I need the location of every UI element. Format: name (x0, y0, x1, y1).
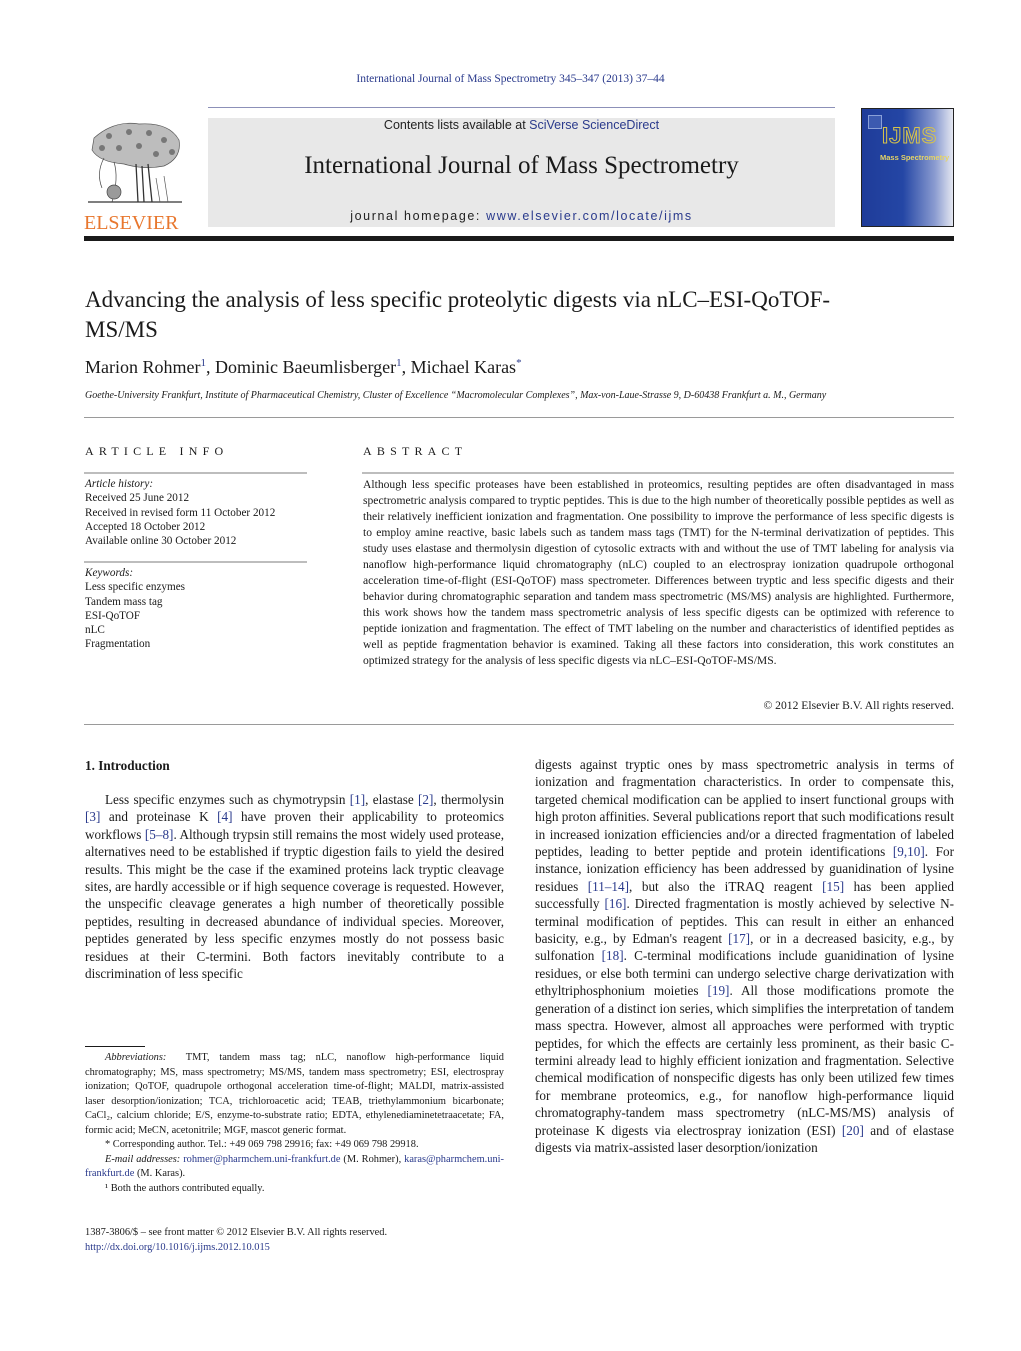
journal-cover-image[interactable]: IJMS Mass Spectrometry (861, 108, 954, 227)
homepage-line: journal homepage: www.elsevier.com/locat… (208, 209, 835, 223)
divider (84, 417, 954, 418)
contents-line: Contents lists available at SciVerse Sci… (208, 118, 835, 132)
citation-link[interactable]: [20] (842, 1123, 864, 1138)
history-label: Article history: (85, 478, 154, 490)
sciencedirect-link[interactable]: SciVerse ScienceDirect (529, 118, 659, 132)
divider (84, 561, 307, 563)
email-owner: (M. Karas). (134, 1168, 186, 1179)
author-name: Dominic Baeumlisberger (214, 357, 397, 377)
footnotes: Abbreviations: TMT, tandem mass tag; nLC… (85, 1051, 504, 1196)
cover-subtitle: Mass Spectrometry (880, 153, 950, 162)
body-text: . Although trypsin still remains the mos… (85, 826, 504, 982)
citation-link[interactable]: [2] (418, 792, 433, 807)
body-text: , elastase (365, 792, 419, 807)
keyword: Tandem mass tag (85, 595, 163, 608)
author-name: Michael Karas (410, 357, 517, 377)
front-matter: 1387-3806/$ – see front matter © 2012 El… (85, 1225, 387, 1255)
email-footnote: E-mail addresses: rohmer@pharmchem.uni-f… (85, 1153, 504, 1182)
body-text: . All those modifications promote the ge… (535, 983, 954, 1138)
corresponding-author-mark[interactable]: * (516, 357, 522, 369)
elsevier-logo: ELSEVIER (84, 118, 186, 233)
keywords: Keywords: Less specific enzymes Tandem m… (85, 566, 185, 652)
keyword: ESI-QoTOF (85, 609, 141, 622)
journal-reference-link[interactable]: International Journal of Mass Spectromet… (356, 73, 664, 85)
author-list: Marion Rohmer1, Dominic Baeumlisberger1,… (85, 357, 522, 378)
citation-link[interactable]: [17] (728, 931, 750, 946)
journal-homepage-link[interactable]: www.elsevier.com/locate/ijms (486, 209, 693, 223)
citation-link[interactable]: [11–14] (588, 879, 629, 894)
abstract-copyright: © 2012 Elsevier B.V. All rights reserved… (763, 699, 954, 712)
body-text: digests against tryptic ones by mass spe… (535, 757, 954, 860)
email-link-rohmer[interactable]: rohmer@pharmchem.uni-frankfurt.de (183, 1154, 340, 1165)
author-name: Marion Rohmer (85, 357, 201, 377)
journal-reference[interactable]: International Journal of Mass Spectromet… (0, 73, 1021, 85)
body-column-left: Less specific enzymes such as chymotryps… (85, 791, 504, 982)
article-info-heading: ARTICLE INFO (85, 444, 229, 458)
body-text: , but also the iTRAQ reagent (629, 878, 823, 894)
issn-line: 1387-3806/$ – see front matter © 2012 El… (85, 1227, 388, 1238)
journal-banner: Contents lists available at SciVerse Sci… (208, 118, 835, 227)
body-text: , thermolysin (433, 792, 504, 807)
abbreviations-label: Abbreviations: (105, 1052, 167, 1063)
equal-contribution-footnote: ¹ Both the authors contributed equally. (105, 1182, 265, 1194)
citation-link[interactable]: [15] (822, 879, 844, 894)
abbreviations-footnote: Abbreviations: TMT, tandem mass tag; nLC… (85, 1051, 504, 1138)
contents-prefix: Contents lists available at (383, 118, 530, 132)
citation-link[interactable]: [19] (707, 983, 729, 998)
article-title: Advancing the analysis of less specific … (85, 287, 831, 342)
history-item: Available online 30 October 2012 (85, 535, 237, 548)
email-label: E-mail addresses: (105, 1153, 181, 1165)
body-text: and proteinase K (100, 809, 218, 825)
author-separator: , (205, 357, 215, 377)
header-rule (208, 107, 835, 108)
elsevier-wordmark: ELSEVIER (84, 212, 179, 234)
citation-link[interactable]: [9,10] (893, 844, 925, 859)
footnote-rule (85, 1046, 145, 1047)
history-item: Received in revised form 11 October 2012 (85, 506, 276, 519)
citation-link[interactable]: [5–8] (145, 827, 174, 842)
keyword: Fragmentation (85, 638, 151, 651)
header-thick-rule (84, 236, 954, 241)
cover-publisher-icon (868, 115, 882, 129)
divider (84, 724, 954, 725)
section-heading-introduction: 1. Introduction (85, 758, 170, 773)
divider (362, 472, 954, 474)
affiliation: Goethe-University Frankfurt, Institute o… (85, 390, 827, 401)
email-owner: (M. Rohmer), (340, 1153, 402, 1165)
citation-link[interactable]: [18] (602, 948, 624, 963)
history-item: Accepted 18 October 2012 (85, 520, 206, 533)
body-column-right: digests against tryptic ones by mass spe… (535, 756, 954, 1156)
doi-link[interactable]: http://dx.doi.org/10.1016/j.ijms.2012.10… (85, 1242, 270, 1253)
article-history: Article history: Received 25 June 2012 R… (85, 477, 275, 548)
journal-title: International Journal of Mass Spectromet… (304, 152, 739, 179)
keyword: nLC (85, 624, 105, 637)
cover-logo: IJMS (881, 123, 938, 149)
keywords-label: Keywords: (85, 567, 134, 579)
citation-link[interactable]: [16] (604, 896, 626, 911)
corresponding-author-footnote: * Corresponding author. Tel.: +49 069 79… (105, 1139, 419, 1150)
abstract-text: Although less specific proteases have be… (363, 478, 954, 667)
author-separator: , (401, 357, 411, 377)
citation-link[interactable]: [1] (350, 792, 365, 807)
abstract-heading: ABSTRACT (363, 444, 468, 458)
keyword: Less specific enzymes (85, 581, 186, 594)
history-item: Received 25 June 2012 (85, 492, 190, 505)
divider (84, 472, 307, 474)
elsevier-tree-icon (88, 122, 182, 203)
citation-link[interactable]: [4] (217, 809, 232, 824)
abbreviations-text: TMT, tandem mass tag; nLC, nanoflow high… (85, 1052, 504, 1136)
homepage-prefix: journal homepage: (350, 209, 487, 223)
citation-link[interactable]: [3] (85, 809, 100, 824)
body-text: Less specific enzymes such as chymotryps… (105, 792, 350, 807)
